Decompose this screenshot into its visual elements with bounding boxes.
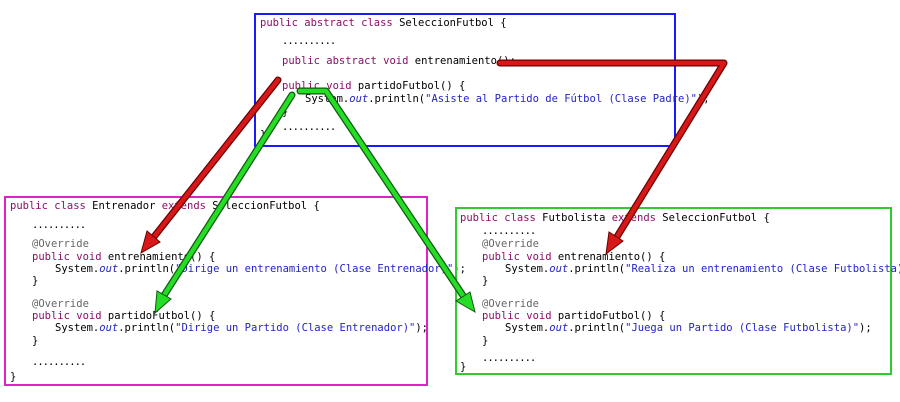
inheritance-arrows	[140, 59, 728, 315]
abstract-method-arrow-futbolista	[496, 59, 728, 256]
override-arrow-futbolista	[296, 87, 476, 314]
